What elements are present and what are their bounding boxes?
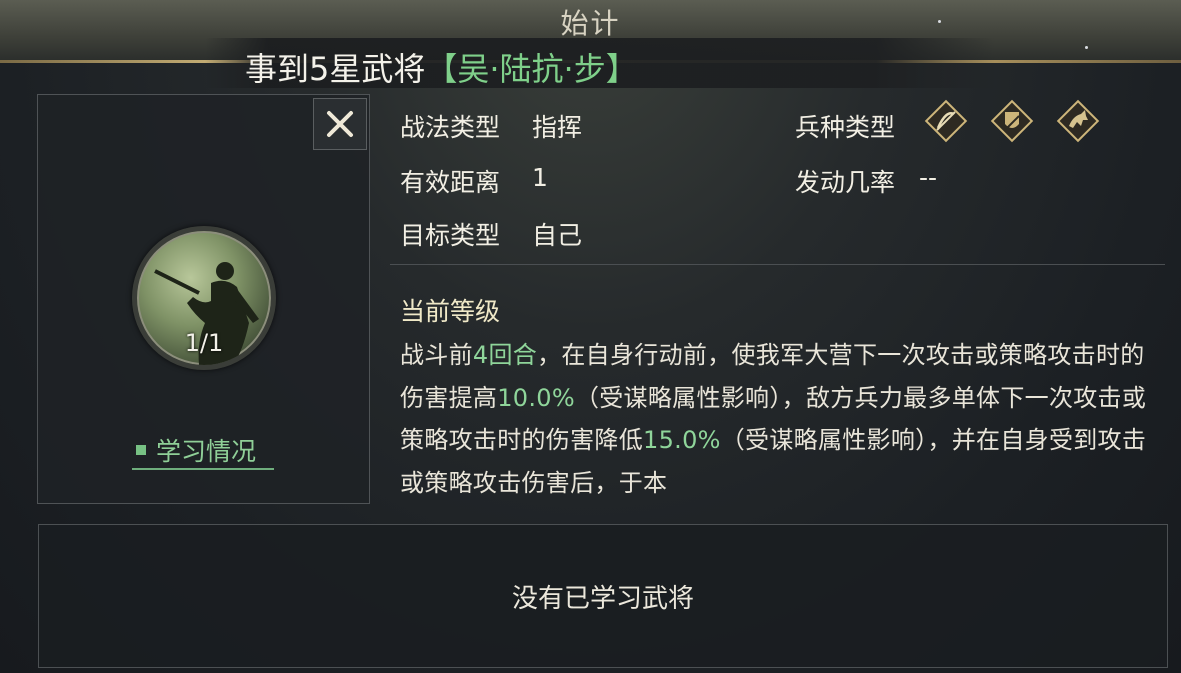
- bullet-square-icon: [136, 445, 146, 455]
- learn-status-label: 学习情况: [156, 437, 257, 466]
- close-button[interactable]: [313, 98, 367, 150]
- archer-icon: [923, 98, 969, 144]
- unlock-title-prefix: 事到5星武将: [245, 50, 426, 88]
- background-speck: [1085, 46, 1088, 49]
- learned-generals-panel: 没有已学习武将: [38, 524, 1168, 668]
- section-divider: [390, 264, 1165, 265]
- range-value: 1: [532, 163, 548, 192]
- unlock-title: 事到5星武将【吴·陆抗·步】: [245, 44, 638, 90]
- portrait-count: 1/1: [184, 329, 224, 357]
- current-level-title: 当前等级: [400, 297, 501, 326]
- target-type-value: 自己: [532, 221, 583, 250]
- close-icon: [327, 111, 353, 137]
- tactic-type-label: 战法类型: [400, 113, 501, 142]
- background-speck: [938, 20, 941, 23]
- general-portrait[interactable]: 1/1: [132, 226, 276, 370]
- target-type-label: 目标类型: [400, 221, 501, 250]
- desc-damage-up: 10.0%: [497, 383, 575, 412]
- tactic-type-value: 指挥: [532, 113, 583, 142]
- desc-damage-down: 15.0%: [643, 426, 721, 454]
- unit-type-label: 兵种类型: [795, 113, 896, 142]
- trigger-rate-label: 发动几率: [795, 168, 896, 197]
- trigger-rate-value: --: [919, 163, 938, 192]
- skill-description: 战斗前4回合，在自身行动前，使我军大营下一次攻击或策略攻击时的伤害提高10.0%…: [400, 334, 1160, 504]
- desc-part: 战斗前: [400, 341, 473, 369]
- skill-name: 始计: [560, 7, 621, 40]
- cavalry-icon: [1055, 98, 1101, 144]
- unlock-title-general: 【吴·陆抗·步】: [425, 50, 638, 88]
- no-generals-text: 没有已学习武将: [511, 583, 694, 614]
- desc-turns: 4回合: [472, 341, 538, 369]
- learn-status-link[interactable]: 学习情况: [132, 432, 274, 470]
- range-label: 有效距离: [400, 168, 501, 197]
- shield-infantry-icon: [989, 98, 1035, 144]
